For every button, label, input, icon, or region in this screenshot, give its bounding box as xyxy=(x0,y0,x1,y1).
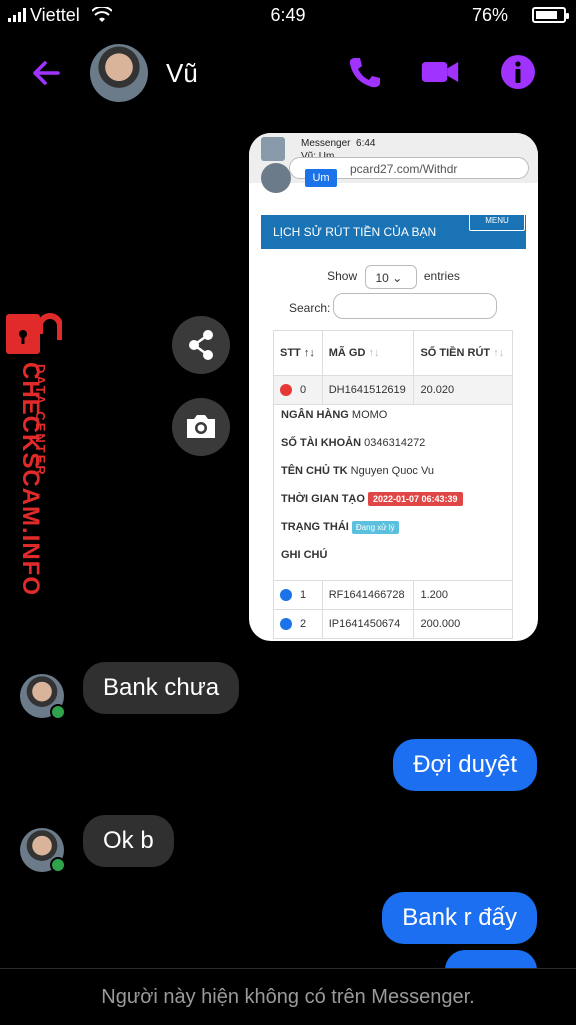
message-bubble-outgoing[interactable]: Đợi duyệt xyxy=(393,739,537,791)
page-title-text: LỊCH SỬ RÚT TIỀN CỦA BẠN xyxy=(273,225,437,239)
search-input xyxy=(333,293,497,319)
search-label: Search: xyxy=(289,301,331,315)
message-bubble-outgoing[interactable]: Bank r đấy xyxy=(382,892,537,944)
show-label: Show xyxy=(327,269,358,284)
back-arrow-icon[interactable] xyxy=(28,55,64,91)
watermark-subtext: DATA CENTER xyxy=(33,364,48,477)
entries-label: entries xyxy=(423,269,460,284)
expand-icon xyxy=(280,589,292,602)
col-header: MÃ GD ↑↓ xyxy=(321,330,415,376)
collapse-icon xyxy=(280,384,292,397)
created-time-badge: 2022-01-07 06:43:39 xyxy=(368,492,463,506)
online-indicator xyxy=(50,704,66,720)
mini-button: Um xyxy=(305,169,337,187)
entries-select: 10 ⌄ xyxy=(364,265,417,289)
entries-control: Show 10 ⌄ entries xyxy=(249,265,538,289)
col-header: STT ↑↓ xyxy=(273,330,323,376)
table-row: 1 RF1641466728 1.200 xyxy=(273,580,513,610)
table-row: 2 IP1641450674 200.000 xyxy=(273,609,513,639)
online-indicator xyxy=(50,857,66,873)
camera-button[interactable] xyxy=(172,398,230,456)
table-row: 0 DH1641512619 20.020 xyxy=(273,375,513,405)
notification-avatar xyxy=(261,137,285,161)
message-bubble-incoming[interactable]: Bank chưa xyxy=(83,662,240,714)
shared-image[interactable]: Messenger 6:44 Vũ: Um pcard27.com/Withdr… xyxy=(249,133,538,641)
expand-icon xyxy=(280,618,292,631)
contact-avatar[interactable] xyxy=(90,44,148,102)
notification-app: Messenger xyxy=(301,138,351,149)
col-header: SỐ TIỀN RÚT ↑↓ xyxy=(413,330,513,376)
status-badge: Đang xử lý xyxy=(351,521,399,534)
menu-button: MENU xyxy=(469,211,525,231)
chat-head-avatar xyxy=(261,163,291,193)
lock-icon xyxy=(6,313,62,354)
notification-time: 6:44 xyxy=(356,138,376,149)
message-bubble-incoming[interactable]: Ok b xyxy=(83,815,174,867)
battery-icon xyxy=(532,7,569,23)
status-bar: Viettel 6:49 76% xyxy=(0,0,576,30)
share-icon xyxy=(189,330,213,360)
row-details: NGÂN HÀNG MOMO SỐ TÀI KHOẢN 0346314272 T… xyxy=(281,409,521,577)
phone-call-icon[interactable] xyxy=(344,52,384,92)
unavailable-notice: Người này hiện không có trên Messenger. xyxy=(0,968,576,1025)
battery-percent: 76% xyxy=(471,5,508,25)
share-button[interactable] xyxy=(172,316,230,374)
info-icon[interactable] xyxy=(498,52,538,92)
video-call-icon[interactable] xyxy=(420,52,460,92)
camera-icon xyxy=(187,415,215,438)
page-title: LỊCH SỬ RÚT TIỀN CỦA BẠN MENU xyxy=(261,211,526,249)
contact-name[interactable]: Vũ xyxy=(166,58,198,89)
